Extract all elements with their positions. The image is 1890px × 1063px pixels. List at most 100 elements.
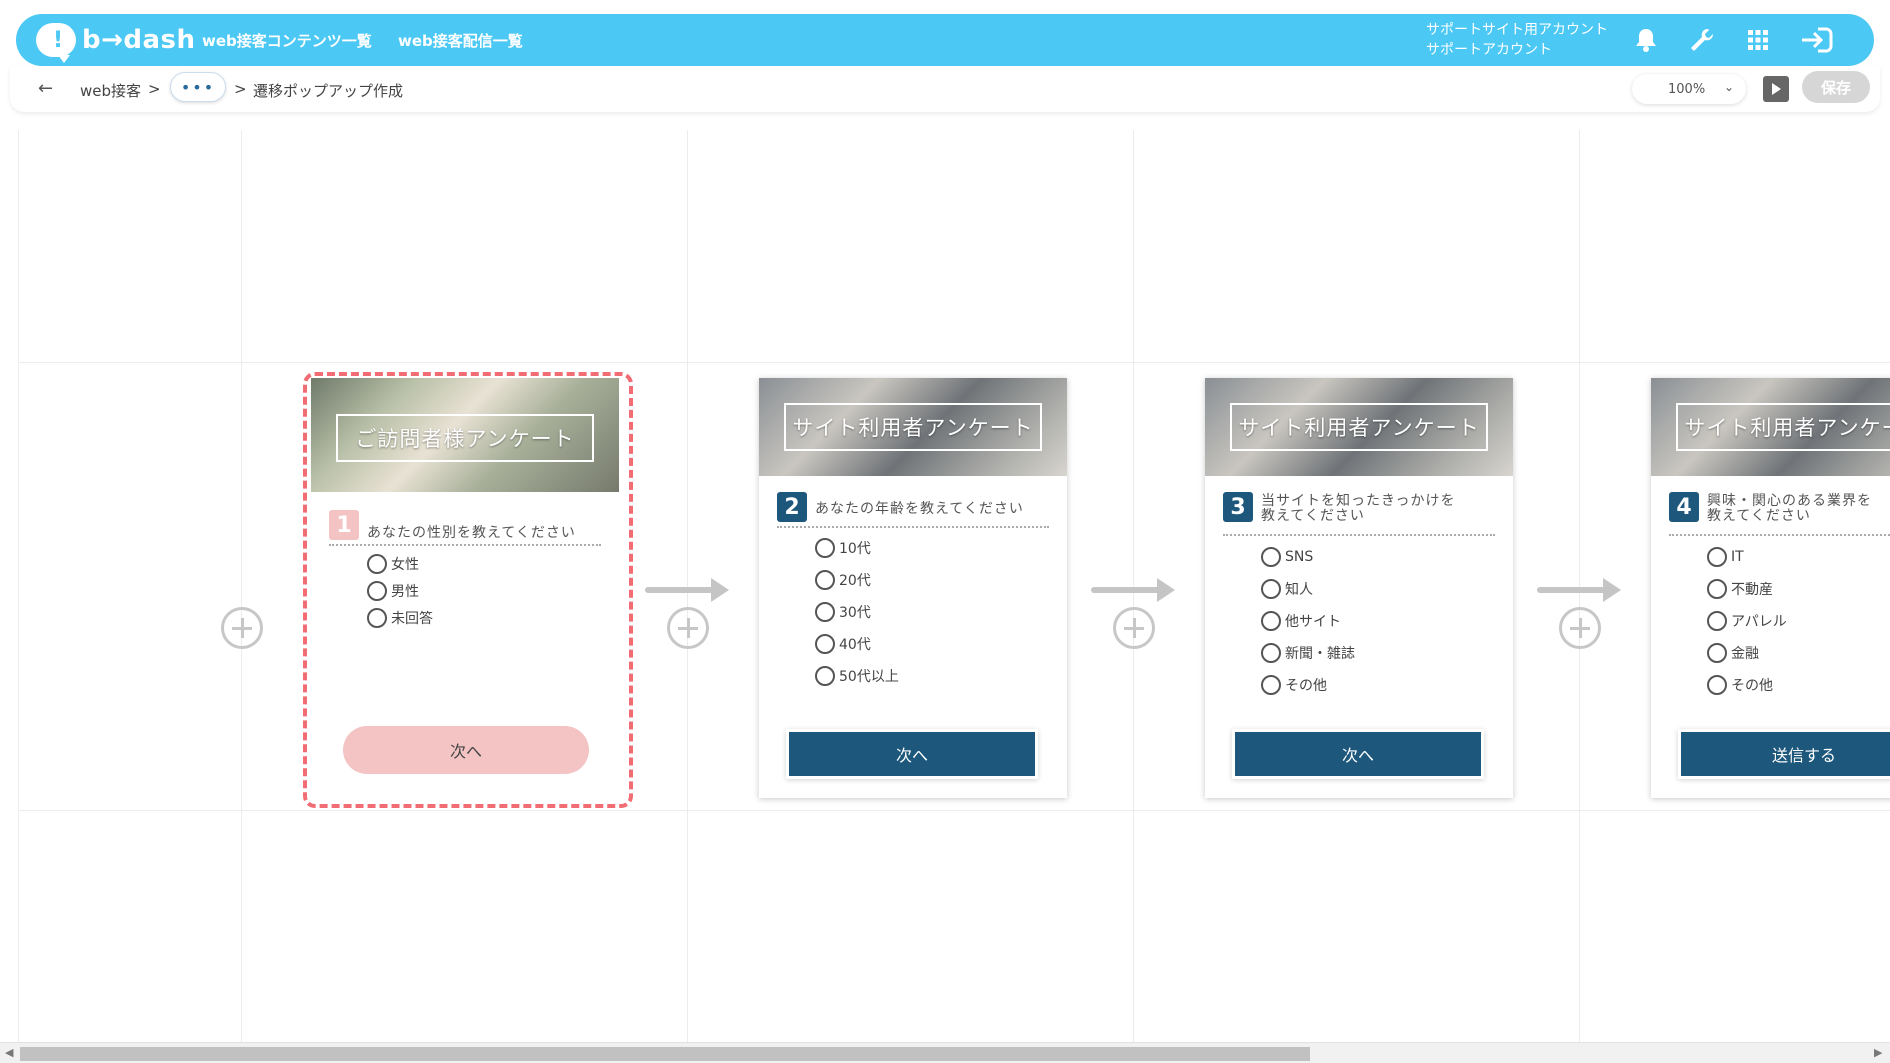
grid-icon[interactable] <box>1744 26 1772 54</box>
option-label: 20代 <box>839 573 871 589</box>
zoom-value: 100% <box>1668 81 1706 97</box>
option-label: 新聞・雑誌 <box>1285 646 1355 662</box>
zoom-select[interactable]: 100% ⌄ <box>1632 74 1746 104</box>
grid-line <box>1579 130 1580 1042</box>
add-step-button[interactable] <box>667 607 709 649</box>
radio-option[interactable]: 40代 <box>815 634 871 654</box>
wrench-icon[interactable] <box>1688 26 1716 54</box>
radio-option[interactable]: 不動産 <box>1707 579 1773 599</box>
breadcrumb-bar: ← web接客 > ••• > 遷移ポップアップ作成 100% ⌄ 保存 <box>10 66 1880 112</box>
radio-icon <box>1261 611 1281 631</box>
radio-icon <box>1261 643 1281 663</box>
radio-icon <box>815 666 835 686</box>
add-step-button[interactable] <box>221 607 263 649</box>
option-label: SNS <box>1285 549 1314 565</box>
popup-card-2[interactable]: サイト利用者アンケート 2 あなたの年齢を教えてください 10代 20代 30代… <box>759 378 1067 798</box>
scroll-left-icon[interactable]: ◀ <box>5 1046 13 1059</box>
preview-play-button[interactable] <box>1763 76 1789 102</box>
card-title: サイト利用者アンケート <box>1676 403 1890 451</box>
logo-text: b→dash <box>82 25 196 55</box>
radio-icon <box>815 538 835 558</box>
option-label: 40代 <box>839 637 871 653</box>
horizontal-scrollbar[interactable]: ◀ ▶ <box>0 1042 1890 1063</box>
radio-icon <box>1707 611 1727 631</box>
next-button[interactable]: 次へ <box>789 732 1035 776</box>
radio-option[interactable]: その他 <box>1261 675 1327 695</box>
grid-line <box>687 130 688 1042</box>
selected-card-frame[interactable] <box>303 372 633 808</box>
radio-icon <box>1261 675 1281 695</box>
breadcrumb-more-button[interactable]: ••• <box>170 72 226 102</box>
breadcrumb-root[interactable]: web接客 <box>80 80 141 101</box>
question-text-line1: 当サイトを知ったきっかけを <box>1261 493 1456 509</box>
option-label: 他サイト <box>1285 614 1341 630</box>
scrollbar-thumb[interactable] <box>20 1047 1310 1061</box>
popup-card-4[interactable]: サイト利用者アンケート 4 興味・関心のある業界を 教えてください IT 不動産… <box>1651 378 1890 798</box>
save-button[interactable]: 保存 <box>1802 71 1870 103</box>
option-label: 30代 <box>839 605 871 621</box>
radio-option[interactable]: その他 <box>1707 675 1773 695</box>
radio-option[interactable]: SNS <box>1261 547 1313 567</box>
bdash-logo[interactable]: ! b→dash <box>36 20 196 63</box>
radio-icon <box>1707 579 1727 599</box>
radio-option[interactable]: 30代 <box>815 602 871 622</box>
option-label: 金融 <box>1731 646 1759 662</box>
scroll-right-icon[interactable]: ▶ <box>1874 1046 1882 1059</box>
next-button[interactable]: 次へ <box>1235 732 1481 776</box>
option-label: 不動産 <box>1731 582 1773 598</box>
radio-option[interactable]: 他サイト <box>1261 611 1341 631</box>
radio-icon <box>815 570 835 590</box>
radio-icon <box>1707 643 1727 663</box>
radio-option[interactable]: アパレル <box>1707 611 1787 631</box>
breadcrumb-separator: > <box>148 80 161 98</box>
account-info[interactable]: サポートサイト用アカウント サポートアカウント <box>1426 20 1608 60</box>
card-header-image: サイト利用者アンケート <box>759 378 1067 476</box>
radio-option[interactable]: 10代 <box>815 538 871 558</box>
divider <box>1669 534 1890 536</box>
add-step-button[interactable] <box>1113 607 1155 649</box>
radio-icon <box>1707 547 1727 567</box>
back-arrow-icon[interactable]: ← <box>38 78 53 99</box>
question-number: 2 <box>777 492 807 522</box>
card-header-image: サイト利用者アンケート <box>1651 378 1890 476</box>
option-label: 50代以上 <box>839 669 899 685</box>
radio-icon <box>1261 579 1281 599</box>
option-label: 知人 <box>1285 582 1313 598</box>
radio-icon <box>815 634 835 654</box>
option-label: その他 <box>1285 678 1327 694</box>
radio-option[interactable]: 50代以上 <box>815 666 899 686</box>
radio-icon <box>1707 675 1727 695</box>
card-title: サイト利用者アンケート <box>784 403 1042 451</box>
radio-option[interactable]: 20代 <box>815 570 871 590</box>
flow-arrow-icon <box>1091 578 1175 602</box>
question-text-line1: 興味・関心のある業界を <box>1707 493 1872 509</box>
logout-icon[interactable] <box>1800 26 1834 54</box>
question-number: 3 <box>1223 492 1253 522</box>
submit-button[interactable]: 送信する <box>1681 732 1890 776</box>
question-text-line2: 教えてください <box>1261 508 1365 524</box>
divider <box>777 526 1049 528</box>
bell-icon[interactable] <box>1632 26 1660 54</box>
radio-option[interactable]: 知人 <box>1261 579 1313 599</box>
question-number: 4 <box>1669 492 1699 522</box>
question-text-line2: 教えてください <box>1707 508 1811 524</box>
nav-delivery-list[interactable]: web接客配信一覧 <box>398 30 523 51</box>
add-step-button[interactable] <box>1559 607 1601 649</box>
divider <box>1223 534 1495 536</box>
logo-bubble-icon: ! <box>36 23 76 63</box>
card-title: サイト利用者アンケート <box>1230 403 1488 451</box>
radio-option[interactable]: IT <box>1707 547 1744 567</box>
nav-content-list[interactable]: web接客コンテンツ一覧 <box>202 30 372 51</box>
popup-card-3[interactable]: サイト利用者アンケート 3 当サイトを知ったきっかけを 教えてください SNS … <box>1205 378 1513 798</box>
grid-line <box>19 362 1890 363</box>
radio-option[interactable]: 金融 <box>1707 643 1759 663</box>
radio-option[interactable]: 新聞・雑誌 <box>1261 643 1355 663</box>
option-label: その他 <box>1731 678 1773 694</box>
option-label: アパレル <box>1731 614 1787 630</box>
breadcrumb-current: 遷移ポップアップ作成 <box>253 82 404 100</box>
breadcrumb-separator: > <box>234 80 247 98</box>
flow-arrow-icon <box>645 578 729 602</box>
option-label: IT <box>1731 549 1744 565</box>
card-header-image: サイト利用者アンケート <box>1205 378 1513 476</box>
grid-line <box>19 810 1890 811</box>
